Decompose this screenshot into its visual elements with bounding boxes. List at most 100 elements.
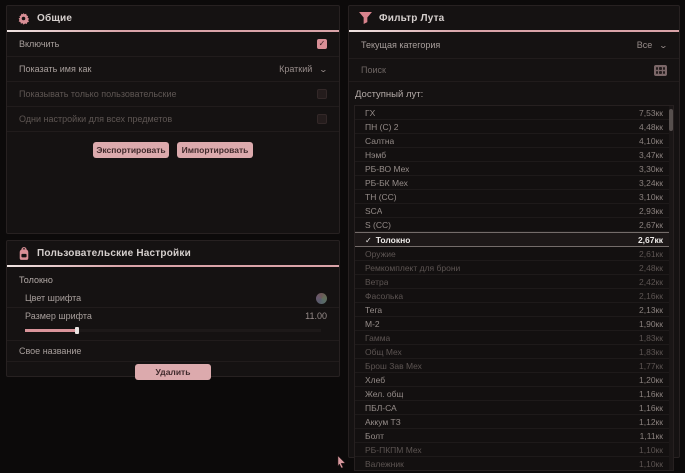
loot-row[interactable]: Болт 1,11кк [355,429,673,443]
loot-item-value: 2,42кк [639,277,663,287]
loot-item-name: Валежник [365,459,404,469]
font-size-slider[interactable] [25,326,321,336]
import-button[interactable]: Импортировать [177,142,253,158]
loot-item-value: 2,93кк [639,206,663,216]
same-settings-label: Одни настройки для всех предметов [19,114,172,124]
loot-filter-title: Фильтр Лута [379,13,444,24]
loot-item-name: Ветра [365,277,388,287]
loot-item-name: ТН (СС) [365,192,397,202]
loot-row[interactable]: SCA 2,93кк [355,204,673,218]
loot-item-name: Аккум ТЗ [365,417,401,427]
loot-item-value: 1,20кк [639,375,663,385]
category-dropdown[interactable]: Все ⌄ [637,40,667,50]
loot-item-name: SCA [365,206,382,216]
font-color-row: Цвет шрифта [7,289,339,308]
loot-list-scrollbar[interactable] [669,106,673,470]
loot-row[interactable]: Ремкомплект для брони2,48кк [355,261,673,275]
only-custom-checkbox[interactable] [317,89,327,99]
chevron-down-icon: ⌄ [319,65,328,74]
loot-item-name: М-2 [365,319,380,329]
loot-item-value: 4,48кк [639,122,663,132]
loot-row[interactable]: РБ-ВО Мех3,30кк [355,162,673,176]
loot-item-name: ПН (С) 2 [365,122,399,132]
font-size-label: Размер шрифта [25,311,92,321]
general-panel: Общие Включить ✓ Показать имя как Кратки… [6,5,340,234]
loot-item-name: РБ-ПКПМ Мех [365,445,422,455]
search-input[interactable]: Поиск [361,65,386,75]
delete-button[interactable]: Удалить [135,364,211,380]
loot-row[interactable]: ПН (С) 2 4,48кк [355,120,673,134]
font-size-value: 11.00 [305,311,327,321]
available-loot-label: Доступный лут: [349,82,679,105]
loot-item-name: Фасолька [365,291,403,301]
scrollbar-thumb[interactable] [669,109,673,131]
loot-row[interactable]: Гамма 1,83кк [355,331,673,345]
loot-item-value: 2,16кк [639,291,663,301]
enable-checkbox[interactable]: ✓ [317,39,327,49]
loot-row[interactable]: Тега2,13кк [355,303,673,317]
loot-row[interactable]: ПБЛ-СА1,16кк [355,401,673,415]
loot-item-name: ГХ [365,108,375,118]
loot-row[interactable]: РБ-БК Мех3,24кк [355,176,673,190]
loot-item-name: Брош Зав Мех [365,361,422,371]
loot-item-value: 3,30кк [639,164,663,174]
custom-name-label: Свое название [19,346,81,356]
loot-list: ГХ 7,53кк ПН (С) 2 4,48кк Салтна4,10кк Нэмб 3,… [354,105,674,471]
loot-item-value: 3,47кк [639,150,663,160]
custom-name-row[interactable]: Свое название [7,340,339,362]
loot-row[interactable]: Валежник1,10кк [355,457,673,471]
loot-item-value: 2,61кк [639,249,663,259]
loot-row[interactable]: Брош Зав Мех1,77кк [355,359,673,373]
only-custom-label: Показывать только пользовательские [19,89,177,99]
same-settings-checkbox[interactable] [317,114,327,124]
category-label: Текущая категория [361,40,440,50]
category-value: Все [637,40,653,50]
loot-item-value: 1,11кк [640,431,663,441]
loot-item-value: 1,16кк [639,389,663,399]
loot-row[interactable]: РБ-ПКПМ Мех1,10кк [355,443,673,457]
loot-item-name: Нэмб [365,150,386,160]
color-picker-icon[interactable] [316,293,327,304]
backpack-icon [17,247,30,260]
loot-row[interactable]: S (СС)2,67кк [355,218,673,232]
loot-row[interactable]: Ветра 2,42кк [355,275,673,289]
loot-row[interactable]: Салтна4,10кк [355,134,673,148]
show-name-dropdown[interactable]: Краткий ⌄ [279,64,327,74]
loot-row[interactable]: Хлеб1,20кк [355,373,673,387]
loot-row[interactable]: М-21,90кк [355,317,673,331]
loot-item-name: Гамма [365,333,390,343]
keyboard-icon[interactable] [654,65,667,76]
custom-settings-header: Пользовательские Настройки [7,241,339,267]
loot-row[interactable]: Фасолька 2,16кк [355,289,673,303]
category-row: Текущая категория Все ⌄ [349,32,679,59]
check-icon: ✓ [365,236,372,245]
custom-settings-title: Пользовательские Настройки [37,248,191,259]
loot-item-value: 7,53кк [639,108,663,118]
loot-row[interactable]: Нэмб 3,47кк [355,148,673,162]
mouse-cursor [337,456,346,468]
selected-item-name: Толокно [7,267,339,289]
export-button[interactable]: Экспортировать [93,142,169,158]
loot-row[interactable]: Аккум ТЗ 1,12кк [355,415,673,429]
same-settings-row: Одни настройки для всех предметов [7,107,339,132]
slider-handle[interactable] [75,327,79,334]
loot-row[interactable]: Оружие 2,61кк [355,247,673,261]
loot-item-value: 1,83кк [639,333,663,343]
loot-item-name: Тега [365,305,382,315]
loot-item-name: Салтна [365,136,394,146]
loot-item-name: Оружие [365,249,396,259]
loot-item-value: 2,67кк [639,220,663,230]
show-name-row: Показать имя как Краткий ⌄ [7,57,339,82]
loot-item-value: 3,10кк [639,192,663,202]
loot-row[interactable]: ✓Толокно2,67кк [355,232,673,247]
loot-row[interactable]: ГХ 7,53кк [355,106,673,120]
loot-item-value: 3,24кк [639,178,663,188]
show-name-label: Показать имя как [19,64,91,74]
slider-fill [25,329,77,332]
loot-item-name: Болт [365,431,384,441]
loot-item-value: 1,12кк [639,417,663,427]
loot-row[interactable]: ТН (СС) 3,10кк [355,190,673,204]
loot-item-name: Общ Мех [365,347,402,357]
loot-row[interactable]: Общ Мех1,83кк [355,345,673,359]
loot-row[interactable]: Жел. общ1,16кк [355,387,673,401]
